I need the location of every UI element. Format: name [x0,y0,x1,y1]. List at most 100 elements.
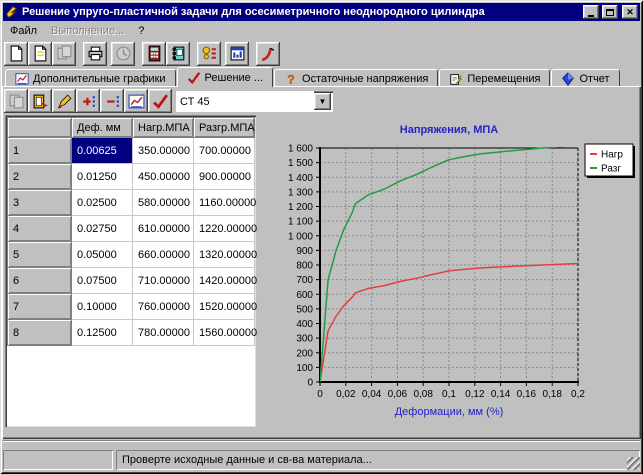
svg-text:0,02: 0,02 [336,389,356,400]
cell-razgr[interactable]: 1560.00000 [194,320,255,346]
cell-def[interactable]: 0.05000 [72,242,133,268]
options-icon [201,45,218,62]
close-button[interactable]: ✕ [622,5,638,19]
menu-file[interactable]: Файл [3,23,44,39]
cell-razgr[interactable]: 1220.00000 [194,216,255,242]
svg-text:900: 900 [296,246,313,257]
row-number[interactable]: 8 [8,320,72,346]
table-row: 50.05000660.000001320.00000 [8,242,255,268]
cell-nagr[interactable]: 780.00000 [133,320,194,346]
delete-row-button[interactable] [100,89,124,113]
cell-def[interactable]: 0.10000 [72,294,133,320]
menu-help[interactable]: ? [131,23,151,39]
cell-nagr[interactable]: 610.00000 [133,216,194,242]
svg-text:1 200: 1 200 [288,202,313,213]
stress-strain-chart: Напряжения, МПА0100200300400500600700800… [258,115,636,427]
apply-check-button[interactable] [148,89,172,113]
minimize-button[interactable] [583,5,599,19]
divider [3,440,640,442]
cell-def[interactable]: 0.02500 [72,190,133,216]
status-message: Проверте исходные данные и св-ва материа… [116,450,640,470]
grid-corner[interactable] [8,118,72,138]
cell-nagr[interactable]: 450.00000 [133,164,194,190]
table-row: 70.10000760.000001520.00000 [8,294,255,320]
cell-razgr[interactable]: 700.00000 [194,138,255,164]
cell-def[interactable]: 0.12500 [72,320,133,346]
material-combo[interactable]: ▼ [176,91,333,112]
cell-def[interactable]: 0.02750 [72,216,133,242]
print-button[interactable] [83,42,107,66]
cell-def[interactable]: 0.07500 [72,268,133,294]
plot-graph-button[interactable] [124,89,148,113]
cell-nagr[interactable]: 760.00000 [133,294,194,320]
curve-button[interactable] [256,42,280,66]
tab-displacements[interactable]: Перемещения [439,69,550,87]
status-field-left [3,450,113,470]
row-number[interactable]: 7 [8,294,72,320]
column-header[interactable]: Деф. мм [72,118,133,138]
column-header[interactable]: Нагр.МПА [133,118,194,138]
cell-razgr[interactable]: 1520.00000 [194,294,255,320]
row-number[interactable]: 3 [8,190,72,216]
curve-icon [260,45,277,62]
edit-cell-button[interactable] [52,89,76,113]
apply-check-icon [152,93,169,110]
material-combo-input[interactable] [176,91,314,112]
tab-report[interactable]: Отчет [551,69,619,87]
table-row: 40.02750610.000001220.00000 [8,216,255,242]
row-number[interactable]: 2 [8,164,72,190]
column-header[interactable]: Разгр.МПА [194,118,255,138]
cell-razgr[interactable]: 1320.00000 [194,242,255,268]
options-button[interactable] [197,42,221,66]
cell-razgr[interactable]: 1160.00000 [194,190,255,216]
delete-row-icon [104,93,121,110]
cell-razgr[interactable]: 900.00000 [194,164,255,190]
cell-def[interactable]: 0.00625 [72,138,133,164]
svg-text:0: 0 [317,389,323,400]
tab-label: Решение ... [205,72,263,84]
window-title: Решение упруго-пластичной задачи для осе… [22,6,580,18]
copy-grid-button [4,89,28,113]
svg-text:0,06: 0,06 [388,389,408,400]
cell-razgr[interactable]: 1420.00000 [194,268,255,294]
tab-additional-graphs[interactable]: Дополнительные графики [5,69,176,87]
open-file-button[interactable] [28,42,52,66]
paste-grid-button[interactable] [28,89,52,113]
chart-panel: Напряжения, МПА0100200300400500600700800… [258,115,636,427]
data-grid-panel: Деф. ммНагр.МПАРазгр.МПА10.00625350.0000… [5,115,256,427]
clock-icon [115,45,132,62]
row-number[interactable]: 4 [8,216,72,242]
cell-nagr[interactable]: 580.00000 [133,190,194,216]
row-number[interactable]: 5 [8,242,72,268]
menu-bar: Файл Выполнение... ? [3,22,640,39]
cell-nagr[interactable]: 710.00000 [133,268,194,294]
new-file-button[interactable] [4,42,28,66]
tab-residual-stresses[interactable]: ? Остаточные напряжения [274,69,438,87]
notebook-icon [170,45,187,62]
edit-pencil-icon [56,93,73,110]
combo-dropdown-button[interactable]: ▼ [314,93,331,110]
maximize-icon [606,9,614,16]
cell-nagr[interactable]: 350.00000 [133,138,194,164]
cell-nagr[interactable]: 660.00000 [133,242,194,268]
resize-grip[interactable] [627,457,640,470]
calculator-button[interactable] [142,42,166,66]
row-number[interactable]: 1 [8,138,72,164]
insert-row-button[interactable] [76,89,100,113]
table-row: 30.02500580.000001160.00000 [8,190,255,216]
tab-solution[interactable]: Решение ... [177,67,273,87]
table-row: 10.00625350.00000700.00000 [8,138,255,164]
maximize-button[interactable] [602,5,618,19]
svg-text:1 500: 1 500 [288,158,313,169]
svg-text:300: 300 [296,334,313,345]
svg-text:0,2: 0,2 [571,389,585,400]
paste-grid-icon [32,93,49,110]
results-table-button[interactable] [225,42,249,66]
cell-def[interactable]: 0.01250 [72,164,133,190]
data-grid: Деф. ммНагр.МПАРазгр.МПА10.00625350.0000… [7,117,255,346]
svg-text:0: 0 [307,378,313,389]
row-number[interactable]: 6 [8,268,72,294]
tab-label: Дополнительные графики [33,73,166,85]
notebook-button[interactable] [166,42,190,66]
svg-text:1 400: 1 400 [288,173,313,184]
